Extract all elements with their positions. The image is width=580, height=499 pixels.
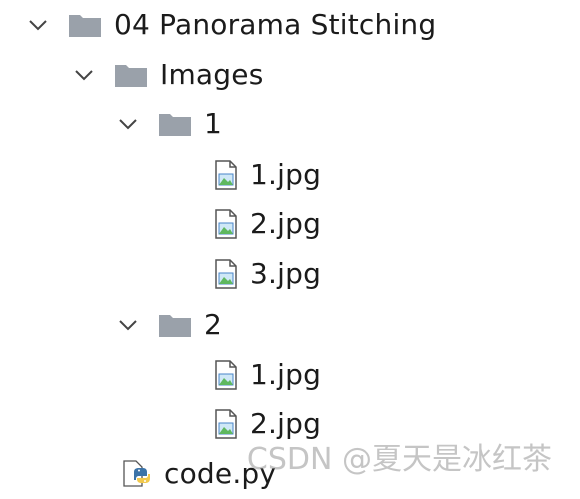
tree-file-1-1[interactable]: 1.jpg <box>214 150 321 200</box>
folder-icon <box>158 312 192 338</box>
tree-node-folder-2[interactable]: 2 <box>116 300 222 350</box>
image-file-icon <box>214 209 240 239</box>
folder-icon <box>114 62 148 88</box>
chevron-down-icon[interactable] <box>72 63 96 87</box>
tree-file-1-3[interactable]: 3.jpg <box>214 249 321 299</box>
image-file-icon <box>214 360 240 390</box>
chevron-down-icon[interactable] <box>116 112 140 136</box>
image-file-icon <box>214 160 240 190</box>
chevron-down-icon[interactable] <box>26 13 50 37</box>
tree-node-label: Images <box>160 58 264 91</box>
folder-icon <box>158 111 192 137</box>
tree-node-label: 2 <box>204 308 223 341</box>
python-file-icon <box>120 457 154 491</box>
project-tree: 04 Panorama Stitching Images 1 1.jpg 2.j… <box>0 0 580 494</box>
tree-file-2-1[interactable]: 1.jpg <box>214 350 321 400</box>
watermark-text: CSDN @夏天是冰红茶 <box>246 442 552 477</box>
image-file-icon <box>214 259 240 289</box>
tree-file-label: 2.jpg <box>250 207 322 240</box>
folder-icon <box>68 12 102 38</box>
tree-node-label: 1 <box>204 107 223 140</box>
chevron-down-icon[interactable] <box>116 313 140 337</box>
tree-file-label: 3.jpg <box>250 257 322 290</box>
tree-file-1-2[interactable]: 2.jpg <box>214 199 321 249</box>
tree-node-folder-1[interactable]: 1 <box>116 99 222 149</box>
tree-node-root[interactable]: 04 Panorama Stitching <box>26 0 436 50</box>
tree-node-label: 04 Panorama Stitching <box>114 8 437 41</box>
tree-file-label: 1.jpg <box>250 358 322 391</box>
tree-node-images[interactable]: Images <box>72 50 263 100</box>
tree-file-label: 1.jpg <box>250 158 322 191</box>
image-file-icon <box>214 409 240 439</box>
